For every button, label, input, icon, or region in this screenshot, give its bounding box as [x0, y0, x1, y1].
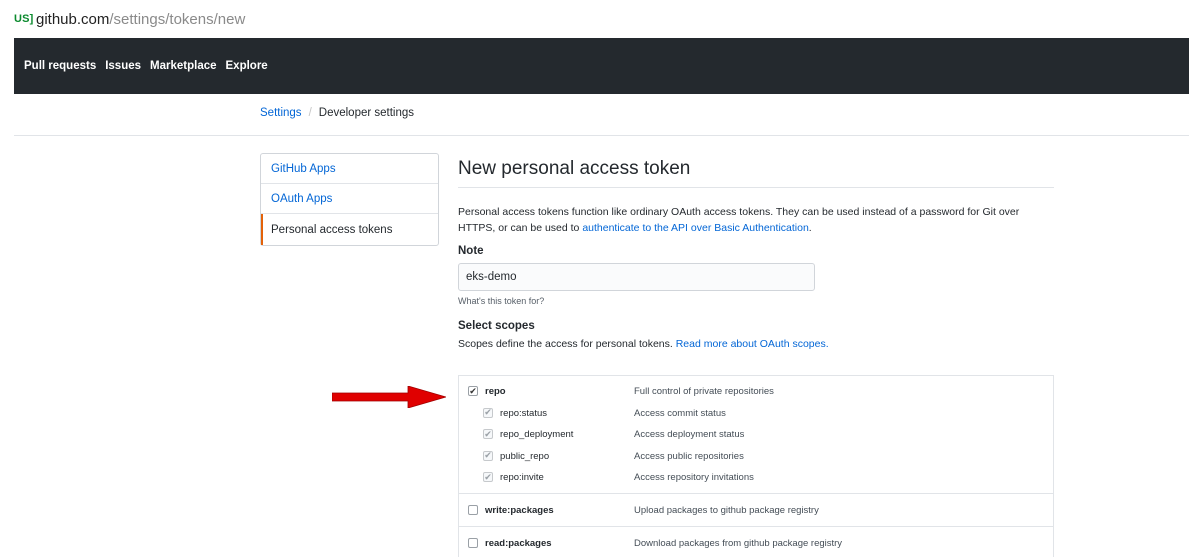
- browser-url-bar[interactable]: US] github.com/settings/tokens/new: [0, 0, 1189, 38]
- github-header: Pull requests Issues Marketplace Explore: [14, 38, 1189, 94]
- note-input[interactable]: [458, 263, 815, 291]
- scope-description: Download packages from github package re…: [634, 538, 843, 550]
- scope-description: Access public repositories: [634, 450, 744, 462]
- menu-item-oauth-apps[interactable]: OAuth Apps: [261, 184, 438, 214]
- scope-description: Access repository invitations: [634, 472, 754, 484]
- breadcrumb-separator: /: [308, 107, 312, 119]
- scopes-desc-text: Scopes define the access for personal to…: [458, 338, 676, 350]
- scope-row-repo-status: ✔ repo:status Access commit status: [459, 403, 1053, 425]
- menu-item-github-apps[interactable]: GitHub Apps: [261, 154, 438, 184]
- scope-name: public_repo: [500, 450, 550, 462]
- scopes-label: Select scopes: [458, 320, 535, 332]
- header-divider: [14, 135, 1189, 136]
- header-nav: Pull requests Issues Marketplace Explore: [24, 60, 268, 72]
- main-content: New personal access token Personal acces…: [458, 153, 1054, 350]
- scope-description: Access commit status: [634, 407, 726, 419]
- nav-pull-requests[interactable]: Pull requests: [24, 60, 96, 72]
- scope-row-repo-deployment: ✔ repo_deployment Access deployment stat…: [459, 424, 1053, 446]
- secure-badge: US]: [14, 13, 34, 25]
- scope-checkbox-repo[interactable]: ✔: [468, 386, 478, 396]
- scope-checkbox-write-packages[interactable]: [468, 504, 478, 515]
- scope-name: repo:status: [500, 407, 547, 419]
- breadcrumb: Settings / Developer settings: [260, 107, 414, 119]
- url-domain: github.com: [36, 11, 110, 28]
- scope-row-repo: ✔ repo Full control of private repositor…: [459, 381, 1053, 403]
- scope-name: read:packages: [485, 538, 552, 550]
- nav-explore[interactable]: Explore: [226, 60, 268, 72]
- breadcrumb-current: Developer settings: [318, 107, 415, 119]
- scope-name: repo: [485, 386, 506, 398]
- intro-end: .: [808, 222, 812, 234]
- scopes-description: Scopes define the access for personal to…: [458, 338, 1054, 350]
- url-path: /settings/tokens/new: [109, 11, 246, 28]
- basic-auth-link[interactable]: authenticate to the API over Basic Authe…: [582, 222, 808, 234]
- scope-group-read-packages: read:packages Download packages from git…: [459, 527, 1053, 557]
- scope-group-repo: ✔ repo Full control of private repositor…: [459, 376, 1053, 494]
- scope-name: repo_deployment: [500, 429, 574, 441]
- note-label: Note: [458, 245, 484, 257]
- scope-row-repo-invite: ✔ repo:invite Access repository invitati…: [459, 467, 1053, 489]
- scope-group-write-packages: write:packages Upload packages to github…: [459, 494, 1053, 527]
- scopes-list: ✔ repo Full control of private repositor…: [458, 375, 1054, 557]
- red-arrow-annotation-icon: [332, 386, 446, 408]
- scope-checkbox-repo-deployment[interactable]: ✔: [483, 429, 493, 439]
- scope-checkbox-repo-status[interactable]: ✔: [483, 407, 493, 418]
- scope-checkbox-read-packages[interactable]: [468, 538, 478, 548]
- scope-description: Access deployment status: [634, 429, 745, 441]
- menu-item-personal-access-tokens[interactable]: Personal access tokens: [261, 214, 438, 245]
- scope-checkbox-repo-invite[interactable]: ✔: [483, 472, 493, 482]
- page-title: New personal access token: [458, 153, 1054, 188]
- intro-text: Personal access tokens function like ord…: [458, 204, 1054, 236]
- nav-issues[interactable]: Issues: [105, 60, 141, 72]
- oauth-scopes-link[interactable]: Read more about OAuth scopes.: [676, 338, 829, 350]
- note-hint: What's this token for?: [458, 296, 545, 306]
- scope-name: write:packages: [485, 504, 554, 516]
- scope-description: Upload packages to github package regist…: [634, 504, 819, 516]
- scope-row-public-repo: ✔ public_repo Access public repositories: [459, 446, 1053, 468]
- scope-row-write-packages: write:packages Upload packages to github…: [459, 500, 1053, 522]
- scope-name: repo:invite: [500, 472, 544, 484]
- scope-checkbox-public-repo[interactable]: ✔: [483, 450, 493, 461]
- developer-settings-menu: GitHub Apps OAuth Apps Personal access t…: [260, 153, 439, 246]
- url-text[interactable]: github.com/settings/tokens/new: [36, 11, 245, 28]
- scope-row-read-packages: read:packages Download packages from git…: [459, 533, 1053, 555]
- breadcrumb-settings-link[interactable]: Settings: [260, 107, 302, 119]
- nav-marketplace[interactable]: Marketplace: [150, 60, 216, 72]
- scope-description: Full control of private repositories: [634, 386, 774, 398]
